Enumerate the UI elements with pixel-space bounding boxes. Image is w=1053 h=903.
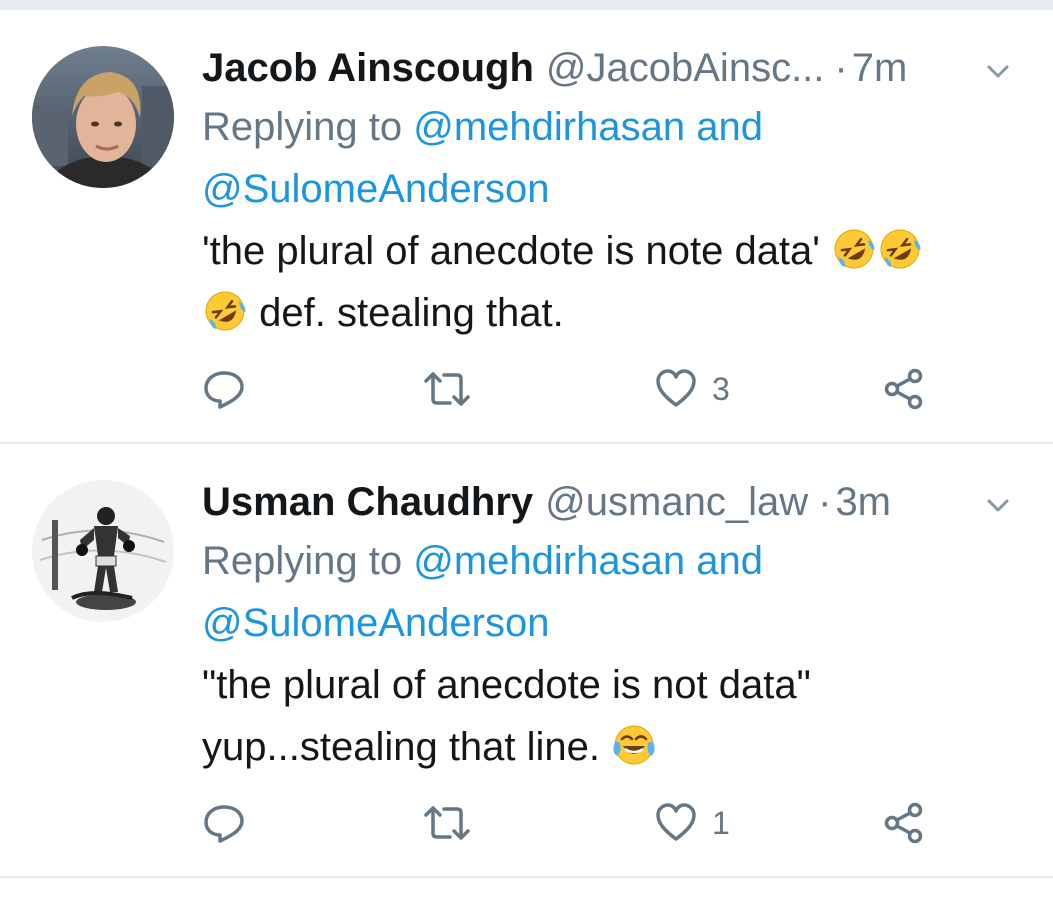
like-button[interactable]: 1 (654, 798, 730, 848)
timestamp[interactable]: 3m (835, 474, 891, 530)
tweet-text: 'the plural of anecdote is note data' de… (202, 220, 1013, 344)
retweet-icon (424, 372, 470, 406)
replying-to: Replying to @mehdirhasan and (202, 530, 1013, 592)
share-icon (884, 368, 923, 410)
tweet-header: Jacob Ainscough @JacobAinsc... · 7m (202, 40, 1013, 96)
share-button[interactable] (882, 364, 926, 414)
share-icon (884, 802, 923, 844)
tweet-header: Usman Chaudhry @usmanc_law · 3m (202, 474, 1013, 530)
rolling-on-floor-laughing-emoji (880, 229, 921, 269)
like-count: 1 (712, 804, 730, 841)
retweet-button[interactable] (422, 798, 472, 848)
tweet-text-line: 'the plural of anecdote is note data' (202, 229, 820, 273)
tweet[interactable]: Jacob Ainscough @JacobAinsc... · 7m Repl… (0, 10, 1053, 444)
reply-mention[interactable]: @SulomeAnderson (202, 158, 1013, 220)
like-count: 3 (712, 370, 730, 407)
top-divider (0, 0, 1053, 10)
like-icon (656, 803, 696, 841)
chevron-down-icon[interactable] (983, 490, 1013, 520)
avatar[interactable] (32, 46, 174, 188)
reply-mention[interactable]: @mehdirhasan and (413, 539, 763, 583)
rolling-on-floor-laughing-emoji (834, 229, 875, 269)
reply-icon (204, 371, 244, 409)
reply-icon (204, 805, 244, 843)
reply-button[interactable] (202, 798, 246, 848)
like-icon (656, 369, 696, 407)
face-with-tears-of-joy-emoji (613, 725, 655, 765)
replying-to-label: Replying to (202, 539, 403, 583)
separator: · (818, 480, 832, 524)
reply-button[interactable] (202, 364, 246, 414)
tweet-actions: 1 (202, 798, 962, 848)
retweet-button[interactable] (422, 364, 472, 414)
tweet-actions: 3 (202, 364, 962, 414)
author-handle[interactable]: @JacobAinsc... (546, 40, 825, 96)
reply-mention[interactable]: @SulomeAnderson (202, 592, 1013, 654)
author-handle[interactable]: @usmanc_law (545, 474, 808, 530)
like-button[interactable]: 3 (654, 364, 730, 414)
rolling-on-floor-laughing-emoji (205, 291, 246, 331)
separator: · (834, 46, 848, 90)
author-name[interactable]: Jacob Ainscough (202, 40, 534, 96)
replying-to: Replying to @mehdirhasan and (202, 96, 1013, 158)
tweet[interactable]: Usman Chaudhry @usmanc_law · 3m Replying… (0, 444, 1053, 878)
author-name[interactable]: Usman Chaudhry (202, 474, 533, 530)
share-button[interactable] (882, 798, 926, 848)
tweet-text-line: "the plural of anecdote is not data" (202, 663, 811, 707)
tweet-text: "the plural of anecdote is not data" yup… (202, 654, 1013, 778)
reply-mention[interactable]: @mehdirhasan and (413, 105, 763, 149)
replying-to-label: Replying to (202, 105, 403, 149)
retweet-icon (424, 806, 470, 840)
chevron-down-icon[interactable] (983, 56, 1013, 86)
avatar[interactable] (32, 480, 174, 622)
tweet-text-line: yup...stealing that line. (202, 725, 601, 769)
timestamp[interactable]: 7m (852, 40, 908, 96)
tweet-text-line: def. stealing that. (259, 291, 564, 335)
